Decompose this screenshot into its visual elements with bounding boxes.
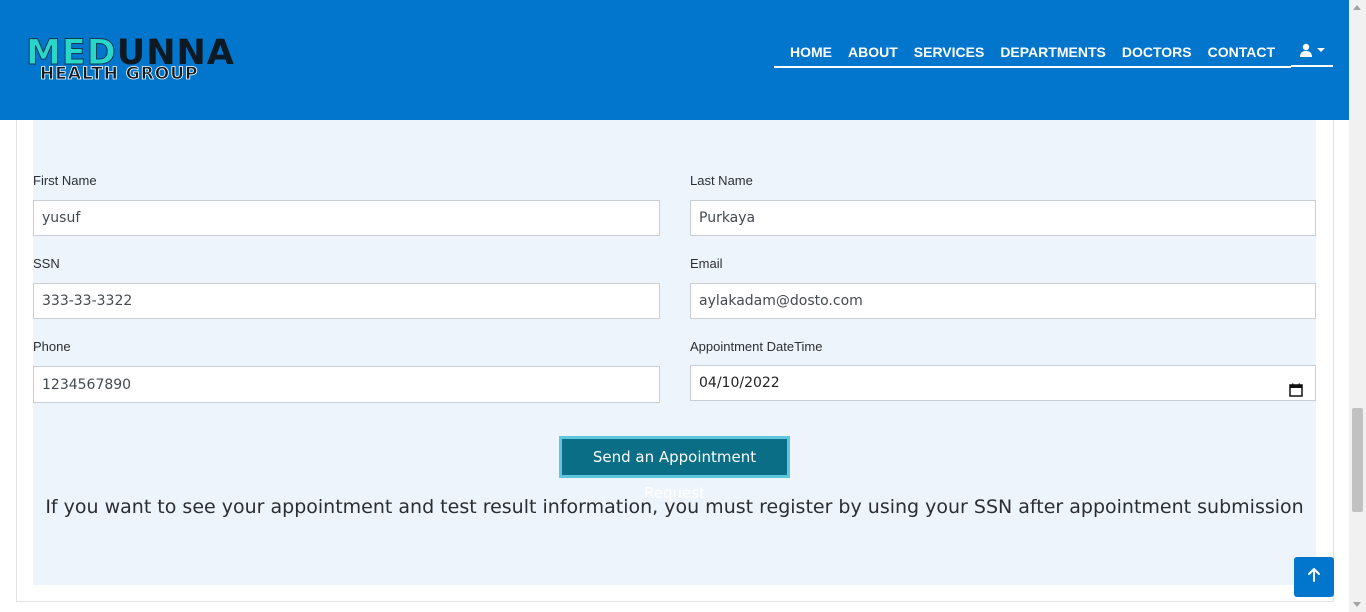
- arrow-up-icon: [1306, 567, 1322, 588]
- nav-links: HOME ABOUT SERVICES DEPARTMENTS DOCTORS …: [773, 44, 1291, 68]
- site-header: MEDUNNA HEALTH GROUP HOME ABOUT SERVICES…: [0, 0, 1349, 120]
- nav-services[interactable]: SERVICES: [914, 44, 985, 60]
- send-appointment-request-button[interactable]: Send an Appointment Request: [559, 436, 790, 502]
- medunna-logo[interactable]: MEDUNNA HEALTH GROUP: [26, 35, 316, 88]
- nav-home[interactable]: HOME: [790, 44, 832, 60]
- appointment-datetime-value: 04/10/2022: [699, 375, 780, 391]
- last-name-input[interactable]: [690, 200, 1316, 236]
- last-name-label: Last Name: [690, 173, 753, 188]
- appointment-datetime-input[interactable]: 04/10/2022: [690, 365, 1316, 401]
- user-icon: [1299, 43, 1313, 57]
- logo-subtitle: HEALTH GROUP: [40, 64, 199, 84]
- main-nav: HOME ABOUT SERVICES DEPARTMENTS DOCTORS …: [773, 43, 1333, 68]
- scrollbar-thumb[interactable]: [1352, 408, 1363, 512]
- page: First Name Last Name SSN Email Phone App…: [0, 0, 1366, 612]
- page-scrollbar[interactable]: [1349, 0, 1366, 612]
- nav-contact[interactable]: CONTACT: [1208, 44, 1275, 60]
- nav-doctors[interactable]: DOCTORS: [1122, 44, 1192, 60]
- phone-input[interactable]: [33, 366, 660, 403]
- nav-departments[interactable]: DEPARTMENTS: [1000, 44, 1106, 60]
- scroll-down-icon[interactable]: [1353, 602, 1361, 607]
- ssn-input[interactable]: [33, 283, 660, 319]
- phone-label: Phone: [33, 339, 71, 354]
- email-label: Email: [690, 256, 723, 271]
- calendar-icon[interactable]: [1289, 376, 1303, 397]
- back-to-top-button[interactable]: [1294, 557, 1334, 597]
- first-name-label: First Name: [33, 173, 97, 188]
- first-name-input[interactable]: [33, 200, 660, 236]
- chevron-down-icon: [1317, 48, 1325, 52]
- scroll-up-icon[interactable]: [1353, 5, 1361, 10]
- nav-about[interactable]: ABOUT: [848, 44, 898, 60]
- appointment-datetime-label: Appointment DateTime: [690, 339, 823, 354]
- ssn-label: SSN: [33, 256, 60, 271]
- account-menu-toggle[interactable]: [1291, 43, 1333, 67]
- registration-info-text: If you want to see your appointment and …: [45, 496, 1304, 518]
- email-input[interactable]: [690, 283, 1316, 319]
